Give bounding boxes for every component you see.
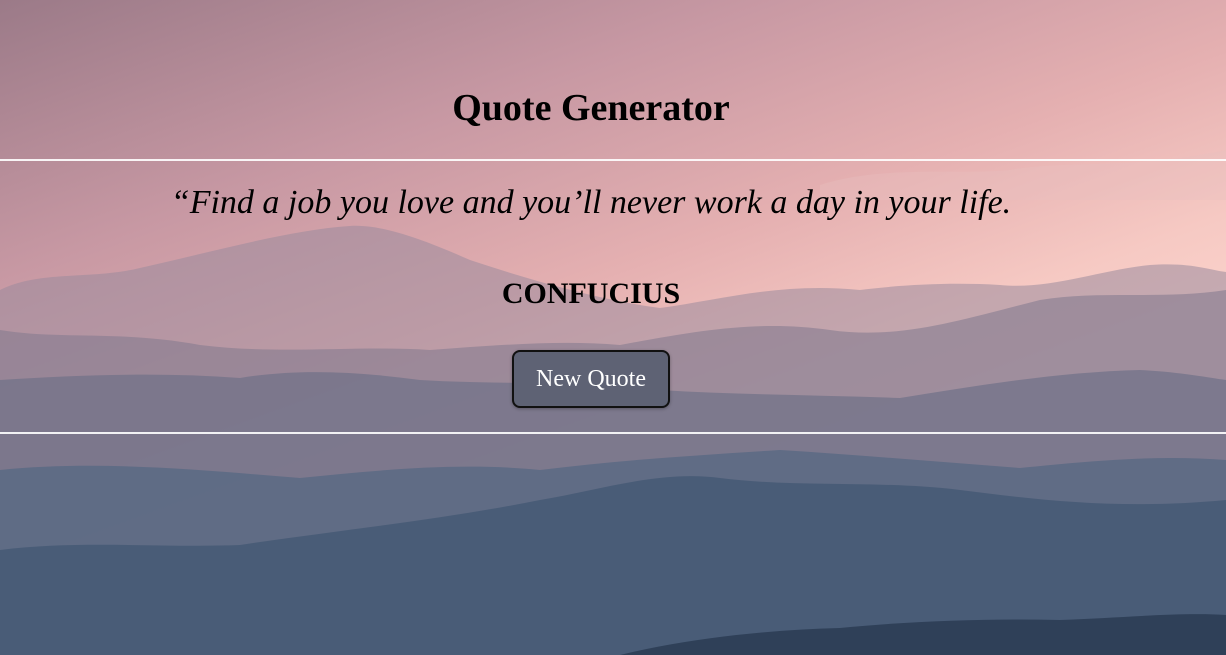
bottom-divider: [0, 432, 1226, 434]
top-divider: [0, 159, 1226, 161]
quote-author: CONFUCIUS: [501, 277, 681, 310]
quote-text: “Find a job you love and you’ll never wo…: [170, 184, 1012, 221]
page-title: Quote Generator: [452, 87, 730, 129]
new-quote-button[interactable]: New Quote: [512, 350, 670, 408]
